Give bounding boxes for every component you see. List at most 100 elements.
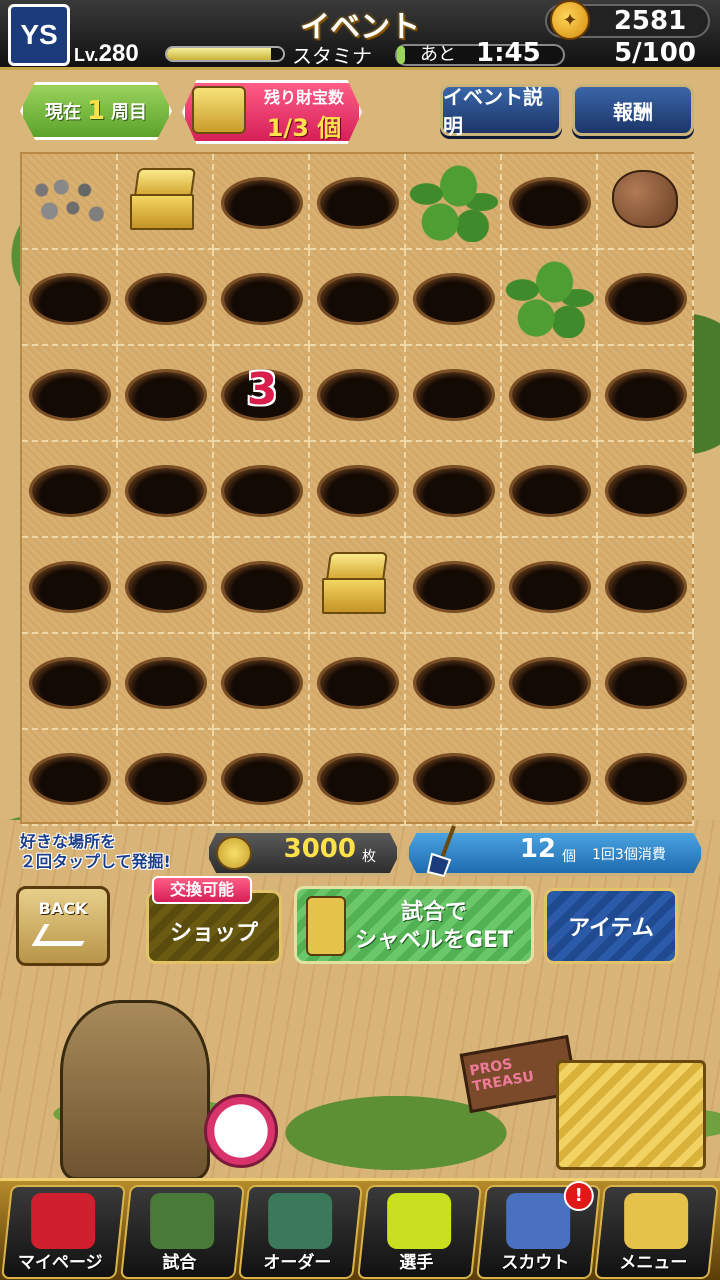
dig-cell[interactable] [310,442,406,538]
dig-cell[interactable] [502,538,598,634]
coin-count: 2581 [613,6,687,36]
dig-cell[interactable] [406,346,502,442]
dig-cell[interactable] [406,634,502,730]
dig-cell[interactable] [502,250,598,346]
dig-cell[interactable] [310,538,406,634]
dug-hole [320,180,396,226]
dig-cell[interactable]: 3 [214,346,310,442]
nav-item-player[interactable]: 選手 [357,1185,482,1279]
dug-hole [224,276,300,322]
dig-cell[interactable] [118,730,214,826]
dug-hole [608,468,684,514]
medal-count: 3000 [283,834,356,864]
dig-cell[interactable] [502,346,598,442]
stamina-remaining-label: あと [420,44,456,65]
dug-hole [32,660,108,706]
item-button[interactable]: アイテム [544,888,678,964]
dug-hole [224,660,300,706]
dig-cell[interactable] [118,154,214,250]
dig-cell[interactable] [598,730,694,826]
stamina-label: スタミナ [292,44,372,68]
treasure-chest-icon [192,86,246,134]
exchangeable-badge: 交換可能 [152,876,252,904]
nav-item-menu[interactable]: メニュー [594,1185,719,1279]
dig-cell[interactable] [310,154,406,250]
dug-hole [320,276,396,322]
dig-cell[interactable] [118,442,214,538]
distance-hint-number: 3 [246,364,278,415]
stadium-icon [149,1193,214,1249]
dig-cell[interactable] [598,346,694,442]
dig-cell[interactable] [118,250,214,346]
round-indicator: 現在 1 周目 [20,82,172,140]
dig-cell[interactable] [598,154,694,250]
dug-hole [320,660,396,706]
nav-label: 試合 [162,1253,197,1273]
nav-item-order[interactable]: オーダー [238,1185,363,1279]
dug-hole [320,372,396,418]
dig-cell[interactable] [310,346,406,442]
dig-cell[interactable] [598,538,694,634]
nav-item-mypage[interactable]: マイページ [1,1185,126,1279]
dug-hole [512,468,588,514]
dig-cell[interactable] [406,442,502,538]
dig-cell[interactable] [22,538,118,634]
dig-cell[interactable] [214,634,310,730]
dig-cell[interactable] [214,538,310,634]
dig-cell[interactable] [598,250,694,346]
reward-button[interactable]: 報酬 [572,84,694,136]
dig-cell[interactable] [406,730,502,826]
dig-cell[interactable] [118,634,214,730]
dig-cell[interactable] [22,154,118,250]
chest-lid [134,168,196,196]
dig-cell[interactable] [310,730,406,826]
dig-cell[interactable] [118,538,214,634]
round-prefix: 現在 [44,102,81,123]
event-help-button[interactable]: イベント説明 [440,84,562,138]
dug-hole [128,468,204,514]
dig-cell[interactable] [502,442,598,538]
dig-cell[interactable] [406,154,502,250]
player-level: Lv.280 [74,40,139,68]
dug-hole [128,372,204,418]
dug-hole [416,468,492,514]
dug-hole [512,180,588,226]
dig-cell[interactable] [214,730,310,826]
dig-cell[interactable] [598,634,694,730]
dug-hole [416,756,492,802]
medal-icon [216,836,252,870]
dig-cell[interactable] [214,250,310,346]
order-icon [268,1193,333,1249]
dig-cell[interactable] [118,346,214,442]
dig-cell[interactable] [310,250,406,346]
dig-cell[interactable] [214,154,310,250]
chest-box [130,194,194,230]
dig-cell[interactable] [502,634,598,730]
dig-cell[interactable] [502,154,598,250]
team-logo[interactable]: YS [8,4,70,66]
shovel-count: 12 [519,834,556,864]
nav-item-stadium[interactable]: 試合 [119,1185,245,1279]
round-number: 1 [86,96,106,126]
dig-cell[interactable] [22,730,118,826]
level-value: 280 [98,40,139,67]
dig-cell[interactable] [502,730,598,826]
dig-cell[interactable] [22,442,118,538]
nav-item-scout[interactable]: スカウト! [475,1181,601,1279]
dig-cell[interactable] [406,250,502,346]
dig-cell[interactable] [310,634,406,730]
dug-hole [608,372,684,418]
dig-cell[interactable] [22,346,118,442]
stamina-count: 5/100 [614,38,696,68]
coin-icon: ✦ [550,0,590,40]
back-arrow-icon [31,924,95,946]
treasure-chest-icon [130,168,198,230]
dig-cell[interactable] [22,250,118,346]
dig-cell[interactable] [214,442,310,538]
compass-icon [204,1094,278,1168]
dig-cell[interactable] [598,442,694,538]
boulder-icon [612,170,678,228]
dig-cell[interactable] [22,634,118,730]
back-button[interactable]: BACK [16,886,110,966]
dig-cell[interactable] [406,538,502,634]
